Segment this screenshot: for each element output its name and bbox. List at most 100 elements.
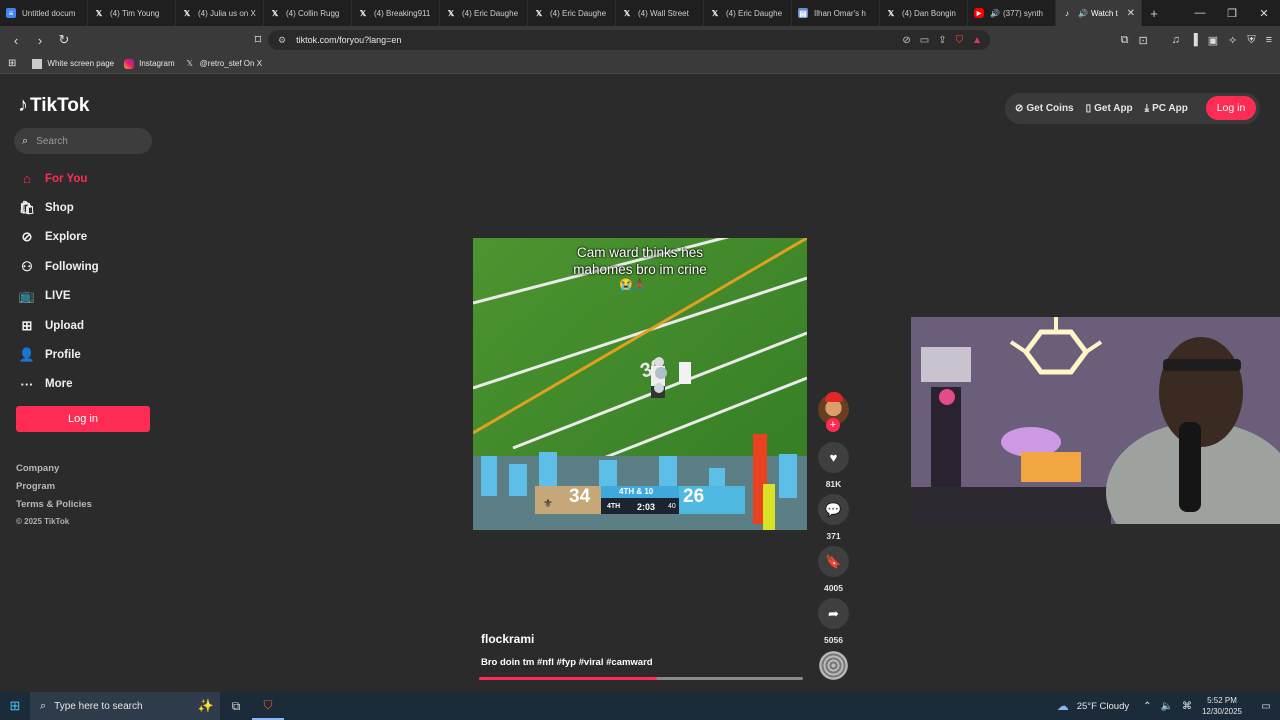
extensions-icon[interactable]: ⧉ [1121,34,1129,47]
media-icon[interactable]: ♫ [1172,34,1180,46]
windows-start-icon[interactable]: ⊞ [0,692,30,720]
tab[interactable]: 𝕏 (4) Tim Young [88,0,176,26]
screenshot-icon[interactable]: ⊡ [1138,34,1147,47]
bookmark-item[interactable]: White screen page [32,58,114,69]
reload-icon[interactable]: ↻ [54,30,74,50]
x-icon: 𝕏 [887,8,895,18]
brave-browser-icon[interactable]: ⛉ [252,692,284,720]
upload-icon: ⊞ [21,317,33,333]
music-disc-icon[interactable] [819,651,848,680]
save-button[interactable]: 🔖 [818,546,849,577]
phone-icon: ▯ [1085,103,1092,114]
like-button[interactable]: ♥ [818,442,849,473]
sidebar-item-more[interactable]: ··· More [18,370,158,399]
tab[interactable]: ≡ Untitled docum [0,0,88,26]
sidebar-item-upload[interactable]: ⊞ Upload [18,311,158,340]
tab-active[interactable]: ♪ 🔊 Watch t ✕ [1056,0,1142,26]
clock[interactable]: 5:52 PM 12/30/2025 [1202,695,1242,717]
sidebar-item-following[interactable]: ⚇ Following [18,252,158,281]
wallet-icon[interactable]: ▣ [1208,34,1218,47]
brave-shield-icon[interactable]: ⛉ [956,35,964,46]
restore-icon[interactable]: ❐ [1216,0,1248,26]
minimize-icon[interactable]: — [1184,0,1216,26]
down-distance: 4TH & 10 [619,487,654,496]
tab[interactable]: ▤ Ilhan Omar's h [792,0,880,26]
program-link[interactable]: Program [16,478,92,496]
x-icon: 𝕏 [623,8,631,18]
new-tab-button[interactable]: + [1142,6,1166,21]
sidebar-icon[interactable]: ▐ [1190,34,1198,46]
tab[interactable]: 𝕏 (4) Dan Bongin [880,0,968,26]
close-icon[interactable]: ✕ [1127,8,1135,19]
leo-icon[interactable]: ✧ [1228,34,1237,47]
login-button[interactable]: Log in [16,406,150,432]
tab[interactable]: 𝕏 (4) Eric Daughe [440,0,528,26]
quarter: 4TH [607,503,621,510]
video-author[interactable]: flockrami [481,632,534,646]
back-icon[interactable]: ‹ [6,30,26,50]
page-icon [32,58,43,69]
vpn-icon[interactable]: ⛨ [1247,34,1255,47]
sidebar-item-live[interactable]: 📺 LIVE [18,282,158,311]
video-player[interactable]: 30 ⚜ Cam ward th [473,238,807,530]
menu-icon[interactable]: ≡ [1266,34,1272,46]
x-icon: 𝕏 [183,8,191,18]
away-score: 26 [683,486,705,507]
video-progress-bar[interactable] [479,677,803,680]
taskbar-search-input[interactable]: ⌕ Type here to search ✨ [30,692,220,720]
search-icon: ⌕ [40,699,47,712]
brave-rewards-icon[interactable]: ▲ [972,35,982,46]
url-field[interactable]: ⚙ tiktok.com/foryou?lang=en ⊘ ▭ ⇪ ⛉ ▲ [268,30,990,50]
following-icon: ⚇ [21,258,33,274]
chevron-up-icon[interactable]: ⌃ [1143,701,1151,712]
tab[interactable]: 𝕏 (4) Julia us on X [176,0,264,26]
sidebar-item-profile[interactable]: 👤 Profile [18,340,158,369]
svg-text:⚜: ⚜ [543,498,553,510]
get-app-button[interactable]: ▯ Get App [1086,103,1133,114]
pc-app-button[interactable]: ⤓ PC App [1145,103,1188,114]
tab[interactable]: 𝕏 (4) Collin Rugg [264,0,352,26]
x-icon: 𝕏 [711,8,719,18]
bookmark-item[interactable]: Instagram [124,58,175,69]
docs-icon: ≡ [6,8,16,18]
tiktok-logo[interactable]: ♪ TikTok [18,94,89,117]
task-view-icon[interactable]: ⧉ [220,692,252,720]
cast-icon[interactable]: ▭ [920,35,929,46]
play-clock: 40 [668,503,676,510]
footer-links: Company Program Terms & Policies © 2025 … [16,460,92,531]
company-link[interactable]: Company [16,460,92,478]
network-icon[interactable]: ⌘ [1182,701,1192,712]
follow-plus-icon[interactable]: + [826,418,840,432]
forward-icon[interactable]: › [30,30,50,50]
bookmark-item[interactable]: 𝕏 @retro_stef On X [185,59,262,69]
no-eye-icon[interactable]: ⊘ [902,35,910,46]
search-input[interactable]: ⌕ Search [14,128,152,154]
share-button[interactable]: ➦ [818,598,849,629]
tab[interactable]: 𝕏 (4) Eric Daughe [528,0,616,26]
top-login-button[interactable]: Log in [1206,96,1256,120]
home-icon: ⌂ [23,171,31,187]
coin-icon: ⊘ [1015,103,1024,114]
sidebar-item-explore[interactable]: ⊘ Explore [18,223,158,252]
tab[interactable]: 𝕏 (4) Eric Daughe [704,0,792,26]
sidebar-item-for-you[interactable]: ⌂ For You [18,164,158,193]
notification-icon[interactable]: ▭ [1256,701,1276,712]
apps-icon[interactable]: ⊞ [8,58,16,69]
volume-icon[interactable]: 🔈 [1161,701,1173,712]
site-info-icon[interactable]: ⚙ [278,35,286,46]
download-icon: ⤓ [1144,103,1150,114]
progress-fill [479,677,658,680]
tab[interactable]: 𝕏 (4) Breaking911 [352,0,440,26]
sidebar-item-shop[interactable]: 🛍 Shop [18,193,158,222]
sparkle-icon: ✨ [197,698,214,713]
weather-widget[interactable]: ☁ 25°F Cloudy [1057,699,1129,713]
tab[interactable]: 𝕏 (4) Wall Street [616,0,704,26]
close-window-icon[interactable]: ✕ [1248,0,1280,26]
bookmark-icon[interactable]: ⌑ [248,30,268,50]
comment-button[interactable]: 💬 [818,494,849,525]
home-score: 34 [569,486,591,507]
share-icon[interactable]: ⇪ [938,35,946,46]
terms-link[interactable]: Terms & Policies [16,496,92,514]
tab[interactable]: ▶ 🔊 (377) synth [968,0,1056,26]
get-coins-button[interactable]: ⊘ Get Coins [1015,103,1074,114]
